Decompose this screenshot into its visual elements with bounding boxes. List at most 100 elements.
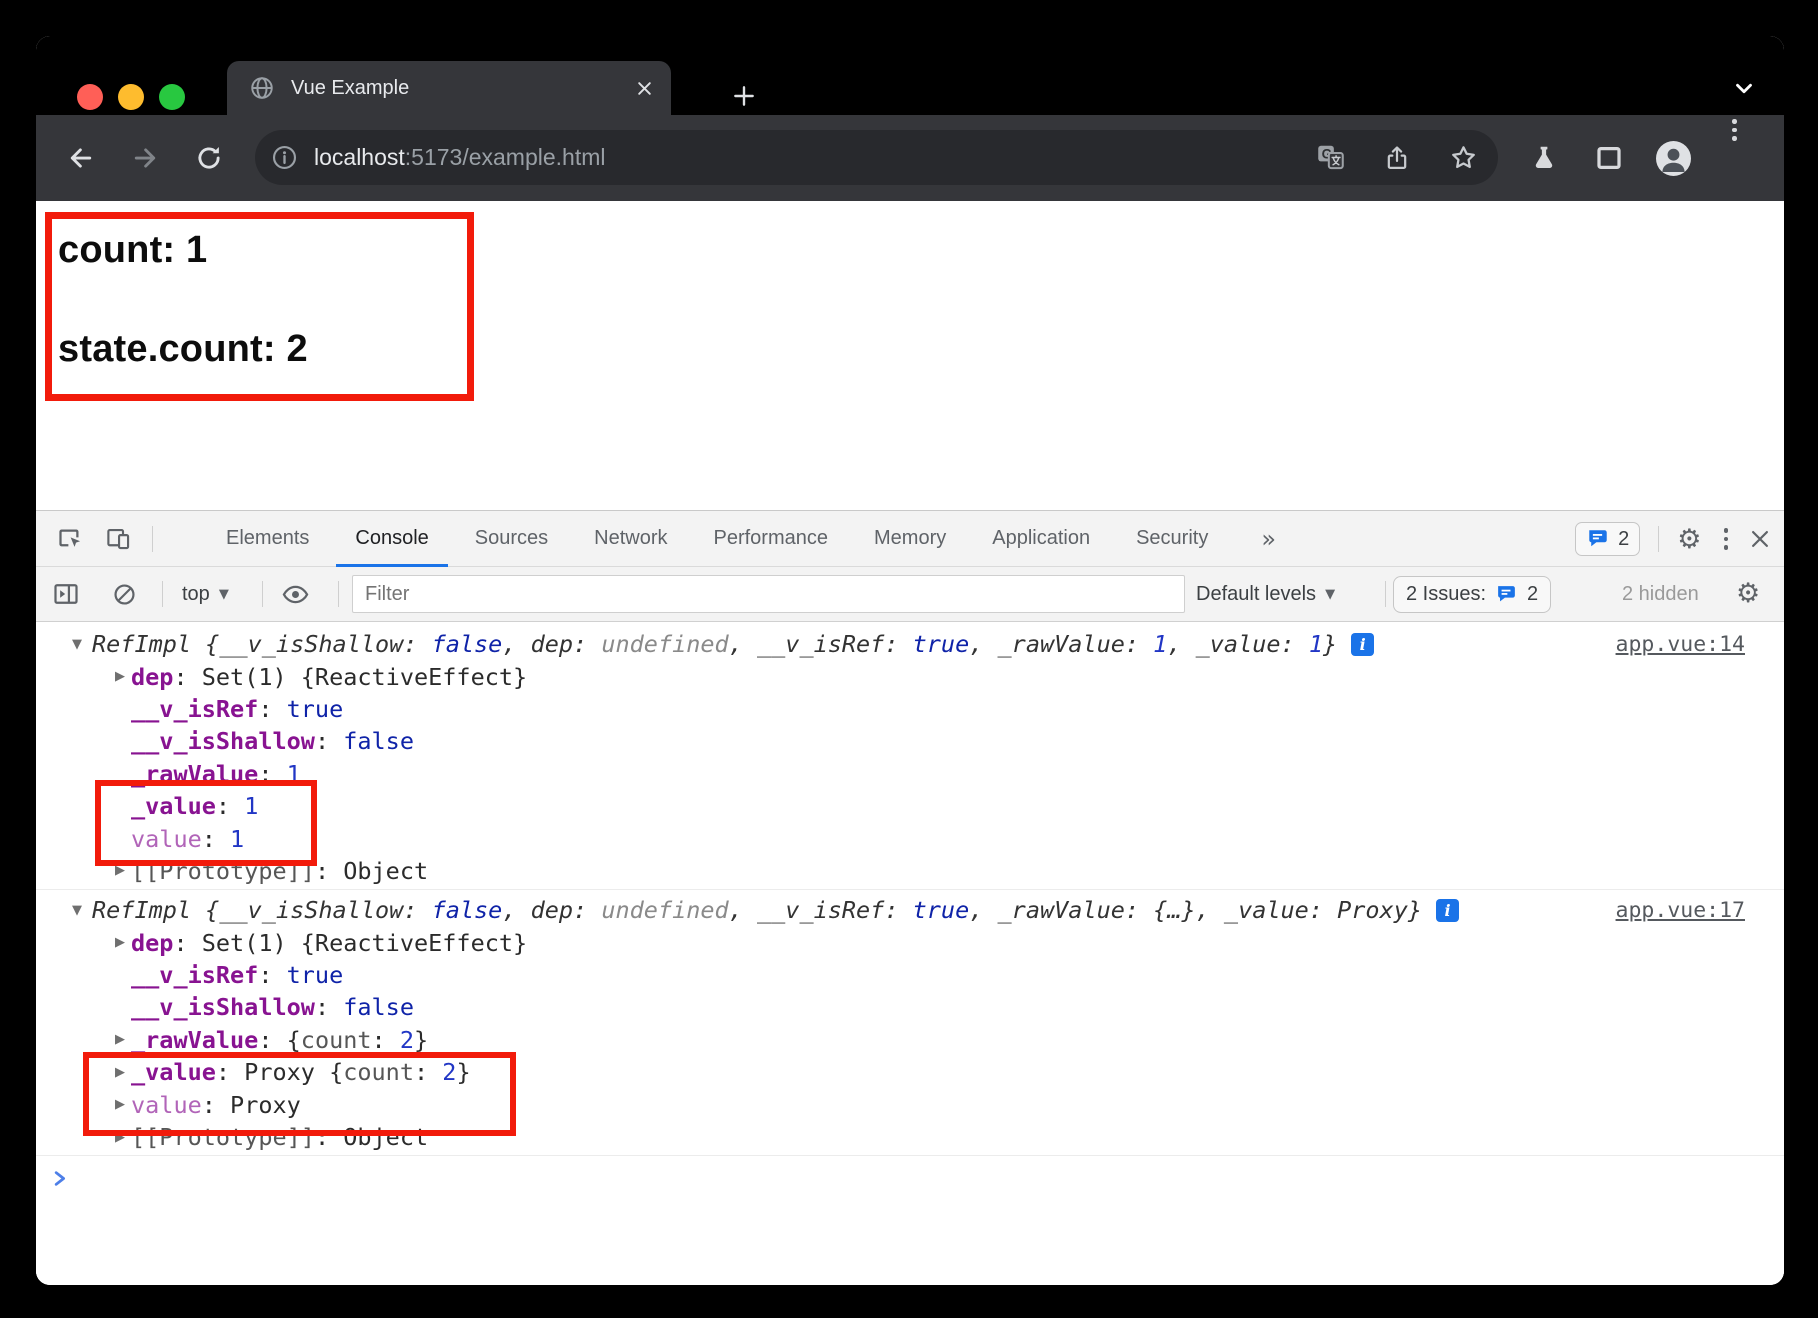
expand-arrow-icon[interactable]: ▶: [115, 863, 131, 878]
share-icon[interactable]: [1383, 144, 1411, 172]
console-property-line: ▶_rawValue: {count: 2}: [36, 1024, 1784, 1056]
count-heading: count: 1: [58, 229, 467, 272]
url-text[interactable]: localhost:5173/example.html: [314, 144, 606, 171]
console-token: value: [131, 1091, 202, 1119]
new-tab-button[interactable]: [731, 83, 757, 109]
tab-performance[interactable]: Performance: [691, 511, 852, 567]
issues-button[interactable]: 2 Issues: 2: [1393, 576, 1551, 613]
experiments-flask-icon[interactable]: [1529, 115, 1559, 201]
object-preview: RefImpl {__v_isShallow: false, dep: unde…: [92, 896, 1422, 924]
console-token: , _value:: [1167, 630, 1308, 658]
address-bar[interactable]: localhost:5173/example.html G: [255, 130, 1498, 185]
console-token: , dep:: [502, 896, 601, 924]
devtools-panel: Elements Console Sources Network Perform…: [36, 510, 1784, 1285]
minimize-window-button[interactable]: [118, 84, 144, 110]
context-selector[interactable]: top▼: [182, 567, 229, 621]
console-token: _rawValue: [131, 1026, 258, 1054]
console-sidebar-toggle-icon[interactable]: [52, 580, 80, 608]
expand-arrow-icon[interactable]: ▶: [115, 1065, 131, 1080]
devtools-close-icon[interactable]: [1750, 529, 1770, 549]
google-translate-icon[interactable]: G: [1316, 143, 1345, 172]
hidden-messages-label[interactable]: 2 hidden: [1622, 567, 1699, 621]
profile-avatar[interactable]: [1656, 115, 1691, 201]
back-button[interactable]: [66, 143, 96, 173]
forward-button[interactable]: [130, 143, 160, 173]
expand-arrow-icon[interactable]: ▶: [115, 1032, 131, 1047]
console-token: 1: [1309, 630, 1323, 658]
clear-console-icon[interactable]: [112, 582, 137, 607]
page-annotation-box: count: 1 state.count: 2: [45, 212, 474, 401]
fullscreen-window-button[interactable]: [159, 84, 185, 110]
inspect-element-icon[interactable]: [56, 525, 83, 552]
console-token: , dep:: [502, 630, 601, 658]
console-token: false: [432, 630, 503, 658]
browser-tab[interactable]: Vue Example: [227, 61, 671, 115]
info-badge-icon[interactable]: i: [1436, 899, 1459, 922]
tab-console[interactable]: Console: [332, 511, 451, 567]
console-settings-gear-icon[interactable]: ⚙: [1736, 580, 1760, 607]
browser-toolbar: localhost:5173/example.html G: [36, 115, 1784, 201]
console-token: true: [287, 961, 344, 989]
collapse-arrow-icon[interactable]: ▼: [72, 637, 92, 652]
device-toolbar-icon[interactable]: [105, 525, 132, 552]
console-token: true: [913, 630, 970, 658]
tab-memory[interactable]: Memory: [851, 511, 969, 567]
console-source-link[interactable]: app.vue:14: [1616, 632, 1745, 657]
console-token: undefined: [601, 630, 728, 658]
url-path: :5173/example.html: [405, 144, 606, 170]
console-property-line: value: 1: [36, 822, 1784, 854]
divider: [1385, 581, 1386, 607]
console-message: ▼RefImpl {__v_isShallow: false, dep: und…: [36, 622, 1784, 890]
tab-close-icon[interactable]: [636, 80, 653, 97]
issues-counter-button[interactable]: 2: [1575, 522, 1640, 556]
console-token: :: [414, 1058, 442, 1086]
divider: [152, 526, 153, 552]
console-token: 2: [400, 1026, 414, 1054]
console-token: :: [202, 825, 230, 853]
expand-arrow-icon[interactable]: ▶: [115, 1097, 131, 1112]
console-toolbar: top▼ Default levels▼ 2 Issues: 2 2 hidde…: [36, 567, 1784, 622]
tab-search-chevron-icon[interactable]: [1731, 75, 1757, 101]
side-panel-icon[interactable]: [1594, 115, 1624, 201]
log-levels-selector[interactable]: Default levels▼: [1196, 567, 1335, 621]
filter-input[interactable]: [352, 575, 1185, 613]
site-info-icon[interactable]: [271, 144, 298, 171]
console-token: : Object: [315, 857, 428, 885]
tab-security[interactable]: Security: [1113, 511, 1231, 567]
console-token: __v_isRef: [131, 961, 258, 989]
console-token: 2: [442, 1058, 456, 1086]
tab-title: Vue Example: [291, 77, 636, 100]
tab-application[interactable]: Application: [969, 511, 1113, 567]
live-expression-eye-icon[interactable]: [282, 581, 309, 608]
console-source-link[interactable]: app.vue:17: [1616, 898, 1745, 923]
issues-count: 2: [1618, 528, 1629, 551]
console-property-line: __v_isRef: true: [36, 959, 1784, 991]
tab-network[interactable]: Network: [571, 511, 690, 567]
console-token: : Set(1) {ReactiveEffect}: [173, 929, 527, 957]
expand-arrow-icon[interactable]: ▶: [115, 935, 131, 950]
expand-arrow-icon[interactable]: ▶: [115, 669, 131, 684]
console-token: false: [343, 727, 414, 755]
bookmark-star-icon[interactable]: [1449, 143, 1478, 172]
reload-button[interactable]: [194, 143, 224, 173]
console-token: }: [1408, 896, 1422, 924]
browser-menu-kebab-icon[interactable]: [1728, 115, 1741, 201]
close-window-button[interactable]: [77, 84, 103, 110]
collapse-arrow-icon[interactable]: ▼: [72, 903, 92, 918]
tab-sources[interactable]: Sources: [452, 511, 571, 567]
devtools-menu-kebab-icon[interactable]: [1720, 524, 1733, 554]
tab-elements[interactable]: Elements: [203, 511, 332, 567]
console-token: 1: [230, 825, 244, 853]
console-token: [[Prototype]]: [131, 1123, 315, 1151]
more-tabs-button[interactable]: »: [1261, 525, 1276, 553]
console-property-line: ▶dep: Set(1) {ReactiveEffect}: [36, 927, 1784, 959]
url-host: localhost: [314, 144, 405, 170]
expand-arrow-icon[interactable]: ▶: [115, 1130, 131, 1145]
devtools-settings-gear-icon[interactable]: ⚙: [1677, 526, 1701, 553]
info-badge-icon[interactable]: i: [1351, 633, 1374, 656]
console-token: , __v_isRef:: [729, 896, 913, 924]
console-token: :: [216, 792, 244, 820]
console-token: count: [343, 1058, 414, 1086]
console-token: : Object: [315, 1123, 428, 1151]
console-prompt[interactable]: [36, 1156, 1784, 1200]
